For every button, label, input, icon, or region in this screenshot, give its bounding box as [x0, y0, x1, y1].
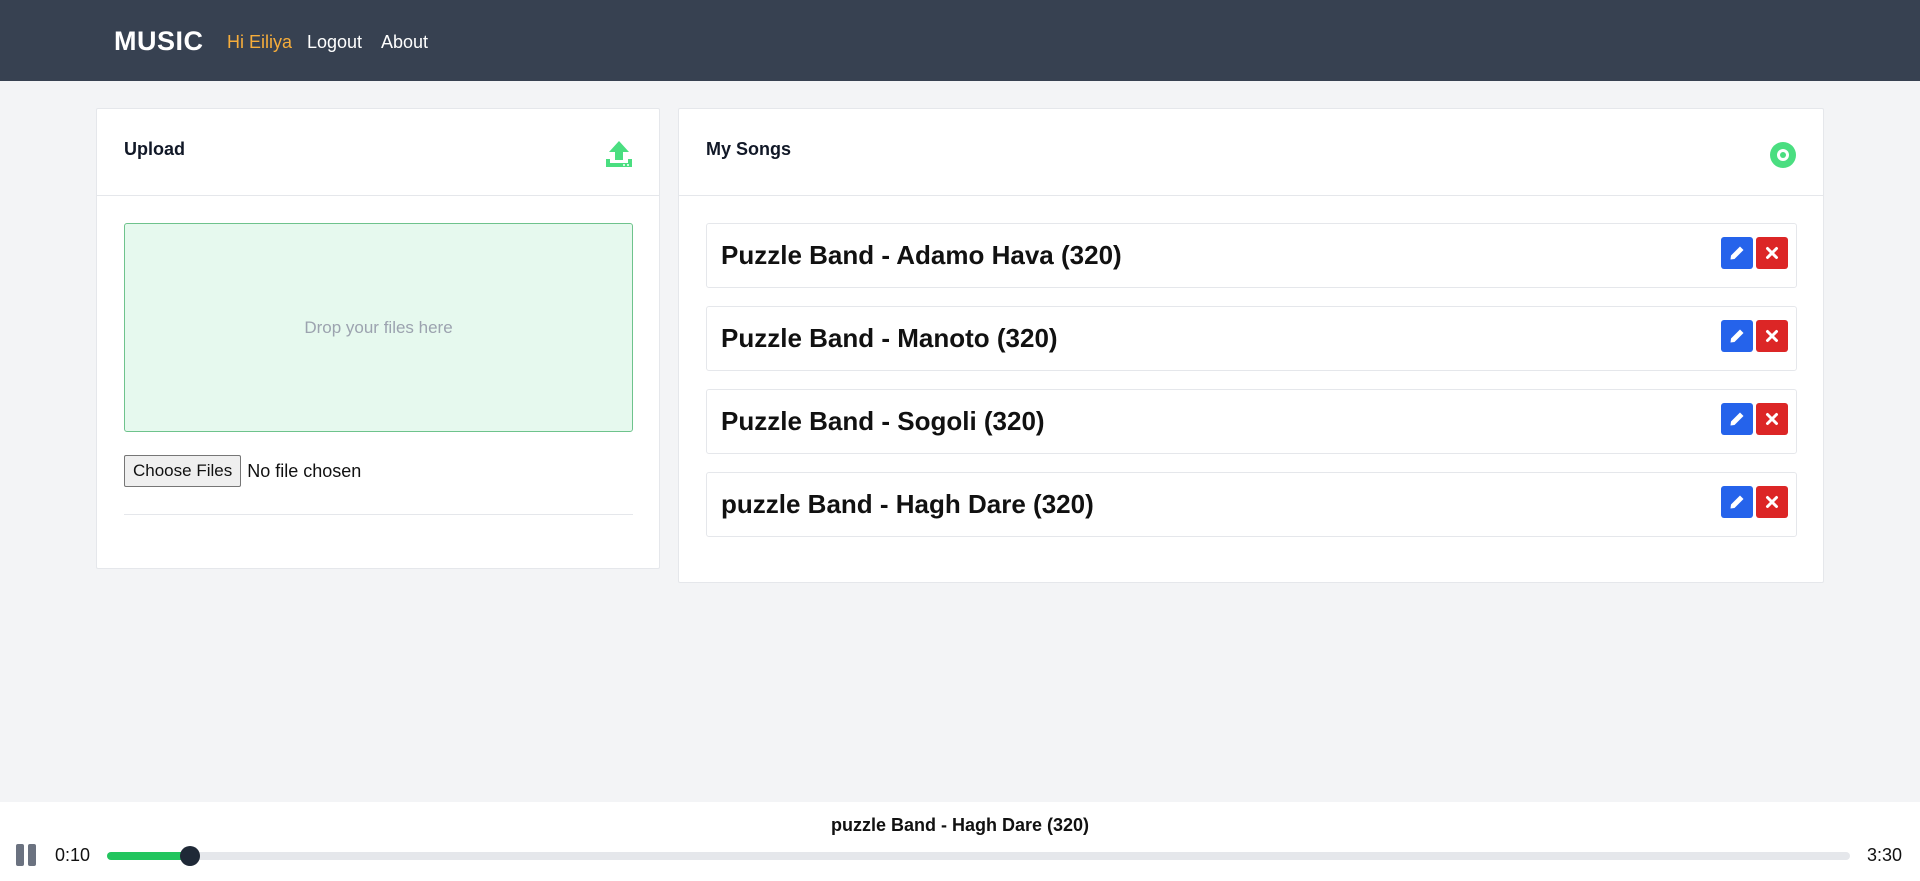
- file-input-row: Choose Files No file chosen: [124, 455, 361, 487]
- song-title[interactable]: Puzzle Band - Sogoli (320): [721, 406, 1045, 437]
- close-icon: [1766, 413, 1778, 425]
- now-playing-title: puzzle Band - Hagh Dare (320): [830, 815, 1090, 835]
- disc-icon: [1769, 141, 1797, 169]
- file-status-text: No file chosen: [247, 460, 362, 481]
- song-title[interactable]: puzzle Band - Hagh Dare (320): [721, 489, 1094, 520]
- song-item[interactable]: Puzzle Band - Adamo Hava (320): [706, 223, 1797, 288]
- my-songs-card: My Songs Puzzle Band - Adamo Hava (320) …: [678, 108, 1824, 583]
- song-title[interactable]: Puzzle Band - Manoto (320): [721, 323, 1058, 354]
- pause-button[interactable]: [16, 844, 38, 866]
- pencil-icon: [1730, 246, 1744, 260]
- delete-song-button[interactable]: [1756, 320, 1788, 352]
- total-time: 3:30: [1866, 845, 1902, 865]
- song-item[interactable]: Puzzle Band - Sogoli (320): [706, 389, 1797, 454]
- audio-player: puzzle Band - Hagh Dare (320) 0:10 3:30: [0, 802, 1920, 881]
- upload-card: Upload Drop your files here Choose Files…: [96, 108, 660, 569]
- close-icon: [1766, 247, 1778, 259]
- upload-title: Upload: [124, 139, 185, 159]
- top-navbar: MUSIC Hi Eiliya Logout About: [0, 0, 1920, 81]
- song-title[interactable]: Puzzle Band - Adamo Hava (320): [721, 240, 1122, 271]
- seek-handle[interactable]: [179, 846, 200, 866]
- song-item[interactable]: Puzzle Band - Manoto (320): [706, 306, 1797, 371]
- songs-card-header: My Songs: [679, 109, 1823, 196]
- songs-title: My Songs: [706, 139, 792, 159]
- brand-logo[interactable]: MUSIC: [114, 26, 204, 57]
- edit-song-button[interactable]: [1721, 486, 1753, 518]
- logout-link[interactable]: Logout: [307, 32, 362, 53]
- close-icon: [1766, 330, 1778, 342]
- seek-bar[interactable]: [107, 846, 1850, 866]
- edit-song-button[interactable]: [1721, 320, 1753, 352]
- current-time: 0:10: [55, 845, 91, 865]
- choose-files-button[interactable]: Choose Files: [124, 455, 242, 487]
- pause-icon: [16, 844, 24, 866]
- edit-song-button[interactable]: [1721, 403, 1753, 435]
- greeting-link[interactable]: Hi Eiliya: [227, 32, 292, 53]
- upload-card-header: Upload: [97, 109, 659, 196]
- delete-song-button[interactable]: [1756, 237, 1788, 269]
- upload-divider: [124, 514, 633, 515]
- pencil-icon: [1730, 412, 1744, 426]
- pencil-icon: [1730, 329, 1744, 343]
- upload-icon: [605, 139, 633, 169]
- file-dropzone[interactable]: Drop your files here: [124, 223, 633, 432]
- edit-song-button[interactable]: [1721, 237, 1753, 269]
- delete-song-button[interactable]: [1756, 403, 1788, 435]
- seek-progress: [107, 852, 190, 860]
- song-item[interactable]: puzzle Band - Hagh Dare (320): [706, 472, 1797, 537]
- dropzone-text: Drop your files here: [304, 317, 453, 337]
- about-link[interactable]: About: [381, 32, 428, 53]
- delete-song-button[interactable]: [1756, 486, 1788, 518]
- pencil-icon: [1730, 495, 1744, 509]
- close-icon: [1766, 496, 1778, 508]
